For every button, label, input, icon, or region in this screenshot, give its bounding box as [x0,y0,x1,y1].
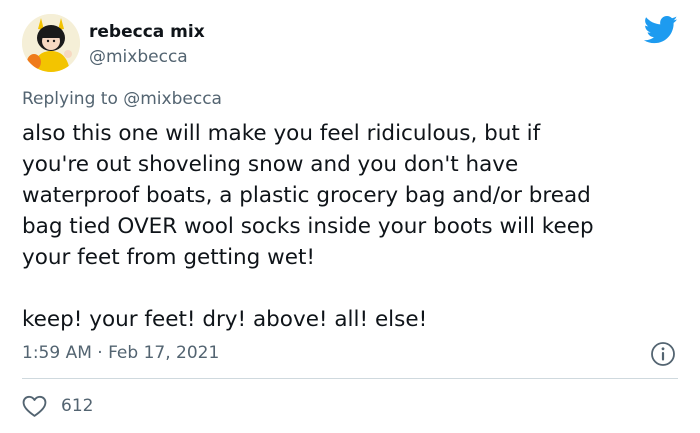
tweet-text-line: also this one will make you feel ridicul… [22,121,541,146]
tweet-text-line: your feet from getting wet! [22,245,316,270]
tweet-text-line: keep! your feet! dry! above! all! else! [22,307,428,332]
author-handle[interactable]: @mixbecca [89,45,188,69]
tweet-timestamp[interactable]: 1:59 AM · Feb 17, 2021 [22,341,219,365]
heart-icon[interactable] [22,394,47,418]
tweet-text-line: waterproof boats, a plastic grocery bag … [22,183,591,208]
tweet-card: rebecca mix @mixbecca Replying to @mixbe… [0,0,700,433]
tweet-text-line: bag tied OVER wool socks inside your boo… [22,214,594,239]
author-display-name[interactable]: rebecca mix [89,20,205,44]
reply-mention-link[interactable]: @mixbecca [123,89,222,109]
reply-prefix: Replying to [22,89,124,109]
avatar-illustration [22,14,80,72]
twitter-bird-icon[interactable] [644,15,678,45]
divider [22,378,678,379]
like-count: 612 [61,396,94,416]
tweet-text: also this one will make you feel ridicul… [22,118,682,335]
avatar[interactable] [22,14,80,72]
tweet-text-line: you're out shoveling snow and you don't … [22,152,519,177]
info-icon[interactable] [650,341,676,367]
reply-context: Replying to @mixbecca [22,87,222,111]
